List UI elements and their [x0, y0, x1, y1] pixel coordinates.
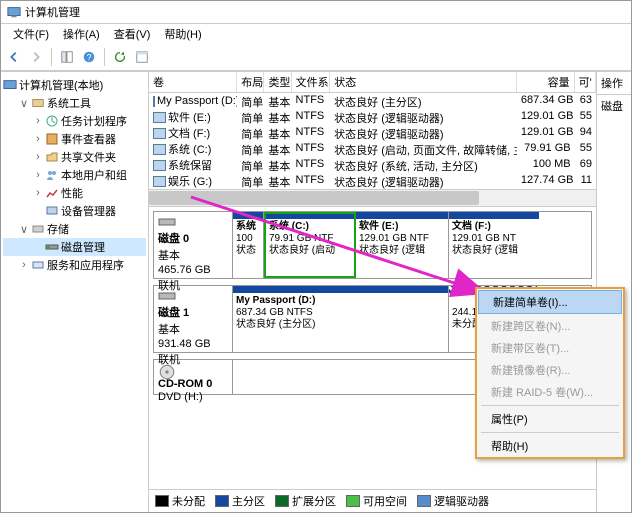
forward-button[interactable] [27, 48, 45, 66]
col-volume[interactable]: 卷 [149, 72, 237, 92]
settings-button[interactable] [133, 48, 151, 66]
tree-disk-management[interactable]: 磁盘管理 [3, 238, 146, 256]
legend-primary-swatch [215, 495, 229, 507]
col-free[interactable]: 可' [575, 72, 596, 92]
tree-local-users[interactable]: ›本地用户和组 [3, 166, 146, 184]
toolbar: ? [1, 44, 631, 71]
legend: 未分配 主分区 扩展分区 可用空间 逻辑驱动器 [149, 489, 596, 512]
tree-event-viewer[interactable]: ›事件查看器 [3, 130, 146, 148]
disk-0-header: 磁盘 0 基本 465.76 GB 联机 [154, 212, 233, 278]
menu-file[interactable]: 文件(F) [7, 24, 55, 44]
context-menu: 新建简单卷(I)... 新建跨区卷(N)... 新建带区卷(T)... 新建镜像… [475, 287, 625, 459]
volume-row[interactable]: My Passport (D:)简单基本NTFS状态良好 (主分区)687.34… [149, 93, 596, 109]
legend-unalloc-swatch [155, 495, 169, 507]
legend-logical-swatch [417, 495, 431, 507]
nav-tree: 计算机管理(本地) ∨系统工具 ›任务计划程序 ›事件查看器 ›共享文件夹 ›本… [1, 72, 149, 512]
tree-services-apps[interactable]: ›服务和应用程序 [3, 256, 146, 274]
disk-icon [158, 215, 176, 229]
menubar: 文件(F) 操作(A) 查看(V) 帮助(H) [1, 24, 631, 44]
disk0-part-c[interactable]: 系统 (C:)79.91 GB NTF状态良好 (启动 [264, 212, 356, 278]
volume-header: 卷 布局 类型 文件系统 状态 容量 可' [149, 72, 596, 93]
menu-properties[interactable]: 属性(P) [477, 408, 623, 430]
menu-new-spanned-volume: 新建跨区卷(N)... [477, 315, 623, 337]
legend-ext-swatch [275, 495, 289, 507]
volume-row[interactable]: 文档 (F:)简单基本NTFS状态良好 (逻辑驱动器)129.01 GB94 [149, 125, 596, 141]
disk0-part-reserved[interactable]: 系统100状态 [233, 212, 264, 278]
menu-action[interactable]: 操作(A) [57, 24, 106, 44]
tree-root[interactable]: 计算机管理(本地) [3, 76, 146, 94]
horizontal-scrollbar[interactable] [149, 189, 596, 207]
disk-icon [158, 289, 176, 303]
tree-performance[interactable]: ›性能 [3, 184, 146, 202]
menu-help[interactable]: 帮助(H) [158, 24, 207, 44]
refresh-button[interactable] [111, 48, 129, 66]
disk-1-header: 磁盘 1 基本 931.48 GB 联机 [154, 286, 233, 352]
tree-shared-folders[interactable]: ›共享文件夹 [3, 148, 146, 166]
app-icon [7, 5, 21, 19]
svg-text:?: ? [87, 53, 92, 63]
col-fs[interactable]: 文件系统 [292, 72, 331, 92]
disk1-part-d[interactable]: My Passport (D:)687.34 GB NTFS状态良好 (主分区) [233, 286, 449, 352]
tree-storage[interactable]: ∨存储 [3, 220, 146, 238]
cdrom-header: CD-ROM 0 DVD (H:) [154, 360, 233, 394]
col-status[interactable]: 状态 [330, 72, 517, 92]
menu-new-raid5-volume: 新建 RAID-5 卷(W)... [477, 381, 623, 403]
titlebar: 计算机管理 [1, 1, 631, 24]
volume-row[interactable]: 软件 (E:)简单基本NTFS状态良好 (逻辑驱动器)129.01 GB55 [149, 109, 596, 125]
tree-task-scheduler[interactable]: ›任务计划程序 [3, 112, 146, 130]
volume-row[interactable]: 系统 (C:)简单基本NTFS状态良好 (启动, 页面文件, 故障转储, 主分区… [149, 141, 596, 157]
disk-0[interactable]: 磁盘 0 基本 465.76 GB 联机 系统100状态 系统 (C:)79.9… [153, 211, 592, 279]
tree-system-tools[interactable]: ∨系统工具 [3, 94, 146, 112]
scroll-thumb[interactable] [149, 191, 479, 205]
cdrom-icon [158, 363, 176, 377]
menu-new-mirrored-volume: 新建镜像卷(R)... [477, 359, 623, 381]
back-button[interactable] [5, 48, 23, 66]
legend-free-swatch [346, 495, 360, 507]
show-hide-button[interactable] [58, 48, 76, 66]
menu-help[interactable]: 帮助(H) [477, 435, 623, 457]
tree-device-manager[interactable]: 设备管理器 [3, 202, 146, 220]
volume-row[interactable]: 娱乐 (G:)简单基本NTFS状态良好 (逻辑驱动器)127.74 GB11 [149, 173, 596, 189]
actions-item-disk[interactable]: 磁盘 [597, 95, 631, 117]
col-type[interactable]: 类型 [264, 72, 291, 92]
menu-new-striped-volume: 新建带区卷(T)... [477, 337, 623, 359]
actions-header: 操作 [597, 72, 631, 95]
window-title: 计算机管理 [25, 4, 80, 20]
help-button[interactable]: ? [80, 48, 98, 66]
disk0-part-e[interactable]: 软件 (E:)129.01 GB NTF状态良好 (逻辑 [356, 212, 449, 278]
volume-row[interactable]: 系统保留简单基本NTFS状态良好 (系统, 活动, 主分区)100 MB69 [149, 157, 596, 173]
menu-view[interactable]: 查看(V) [108, 24, 157, 44]
col-layout[interactable]: 布局 [237, 72, 264, 92]
menu-new-simple-volume[interactable]: 新建简单卷(I)... [478, 290, 622, 314]
volume-list[interactable]: My Passport (D:)简单基本NTFS状态良好 (主分区)687.34… [149, 93, 596, 189]
disk0-part-f[interactable]: 文档 (F:)129.01 GB NT状态良好 (逻辑 [449, 212, 539, 278]
col-capacity[interactable]: 容量 [517, 72, 575, 92]
